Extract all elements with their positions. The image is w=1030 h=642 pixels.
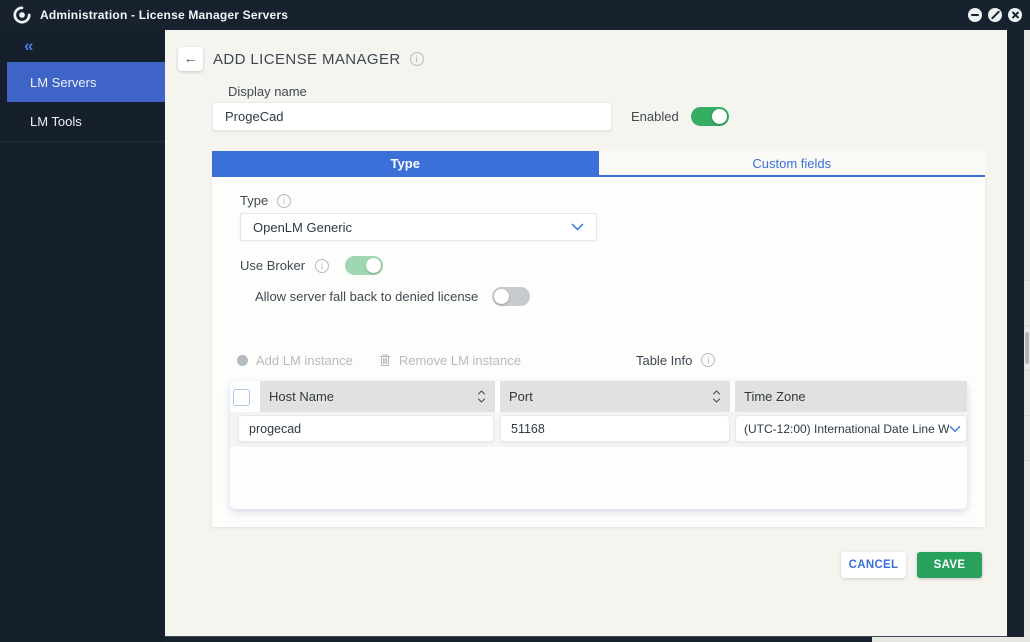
- column-label: Port: [509, 389, 533, 404]
- column-header-host-name[interactable]: Host Name: [260, 381, 495, 412]
- window-title: Administration - License Manager Servers: [40, 8, 288, 22]
- add-circle-icon: [237, 355, 248, 366]
- save-button[interactable]: SAVE: [917, 552, 982, 578]
- sidebar-item-label: LM Tools: [30, 114, 82, 129]
- table-info-icon[interactable]: [701, 353, 715, 367]
- type-select[interactable]: OpenLM Generic: [240, 213, 597, 241]
- tab-type[interactable]: Type: [212, 151, 599, 175]
- main-content: ADD LICENSE MANAGER Display name Enabled…: [165, 30, 1007, 636]
- cancel-button[interactable]: CANCEL: [841, 552, 906, 578]
- trash-icon: [379, 353, 391, 367]
- app-logo-icon: [13, 6, 31, 24]
- back-arrow-icon: [184, 50, 198, 68]
- time-zone-select[interactable]: (UTC-12:00) International Date Line W: [735, 415, 967, 442]
- back-button[interactable]: [178, 47, 203, 71]
- tab-custom-fields[interactable]: Custom fields: [599, 151, 986, 175]
- close-icon[interactable]: [1008, 8, 1022, 22]
- use-broker-row: Use Broker: [240, 256, 383, 275]
- table-header: Host Name Port Time Zone: [260, 381, 967, 412]
- table-info: Table Info: [636, 353, 715, 368]
- minimize-icon[interactable]: [968, 8, 982, 22]
- type-tab-panel: Type OpenLM Generic Use Broker Allow ser…: [212, 177, 985, 527]
- maximize-icon[interactable]: [988, 8, 1002, 22]
- sidebar-item-lm-servers[interactable]: LM Servers: [7, 62, 165, 102]
- chevron-down-icon: [571, 223, 584, 231]
- background-app-edge: [1024, 30, 1030, 642]
- sidebar-item-label: LM Servers: [30, 75, 96, 90]
- instance-toolbar: Add LM instance Remove LM instance Table…: [237, 351, 715, 369]
- type-label: Type: [240, 193, 268, 208]
- display-name-label: Display name: [228, 84, 307, 99]
- type-info-icon[interactable]: [277, 194, 291, 208]
- fallback-label: Allow server fall back to denied license: [255, 289, 478, 304]
- background-app-bottom-edge: [872, 637, 1030, 642]
- use-broker-info-icon[interactable]: [315, 259, 329, 273]
- type-label-row: Type: [240, 193, 291, 208]
- remove-lm-instance-label: Remove LM instance: [399, 353, 521, 368]
- fallback-row: Allow server fall back to denied license: [255, 287, 530, 306]
- page-header: ADD LICENSE MANAGER: [213, 47, 424, 71]
- page-info-icon[interactable]: [410, 52, 424, 66]
- add-lm-instance-label: Add LM instance: [256, 353, 353, 368]
- add-lm-instance-button[interactable]: Add LM instance: [237, 353, 353, 368]
- type-select-value: OpenLM Generic: [253, 220, 352, 235]
- sort-icon[interactable]: [477, 389, 486, 404]
- page-title: ADD LICENSE MANAGER: [213, 51, 401, 68]
- column-header-port[interactable]: Port: [500, 381, 730, 412]
- background-scrollbar-fragment: [1025, 332, 1029, 364]
- enabled-label: Enabled: [631, 109, 679, 124]
- collapse-sidebar-icon[interactable]: «: [0, 30, 165, 62]
- table-info-label: Table Info: [636, 353, 692, 368]
- sidebar-item-lm-tools[interactable]: LM Tools: [0, 102, 165, 142]
- column-header-time-zone[interactable]: Time Zone: [735, 381, 967, 412]
- chevron-down-icon: [949, 425, 961, 433]
- use-broker-toggle[interactable]: [345, 256, 383, 275]
- remove-lm-instance-button[interactable]: Remove LM instance: [379, 353, 521, 368]
- titlebar: Administration - License Manager Servers: [0, 0, 1030, 30]
- enabled-toggle[interactable]: [691, 107, 729, 126]
- window-controls: [968, 8, 1022, 22]
- lm-instances-table: Host Name Port Time Zone: [230, 381, 967, 509]
- sort-icon[interactable]: [712, 389, 721, 404]
- enabled-row: Enabled: [631, 107, 729, 126]
- column-label: Time Zone: [744, 389, 806, 404]
- fallback-toggle[interactable]: [492, 287, 530, 306]
- host-name-input[interactable]: [238, 415, 494, 442]
- tab-label: Type: [391, 156, 420, 171]
- port-input[interactable]: [500, 415, 730, 442]
- use-broker-label: Use Broker: [240, 258, 305, 273]
- column-label: Host Name: [269, 389, 334, 404]
- tab-label: Custom fields: [752, 156, 831, 171]
- tabstrip: Type Custom fields: [212, 151, 985, 177]
- display-name-input[interactable]: [212, 102, 612, 131]
- select-all-checkbox[interactable]: [233, 389, 250, 406]
- time-zone-value: (UTC-12:00) International Date Line W: [744, 422, 949, 436]
- sidebar: « LM Servers LM Tools: [0, 30, 165, 642]
